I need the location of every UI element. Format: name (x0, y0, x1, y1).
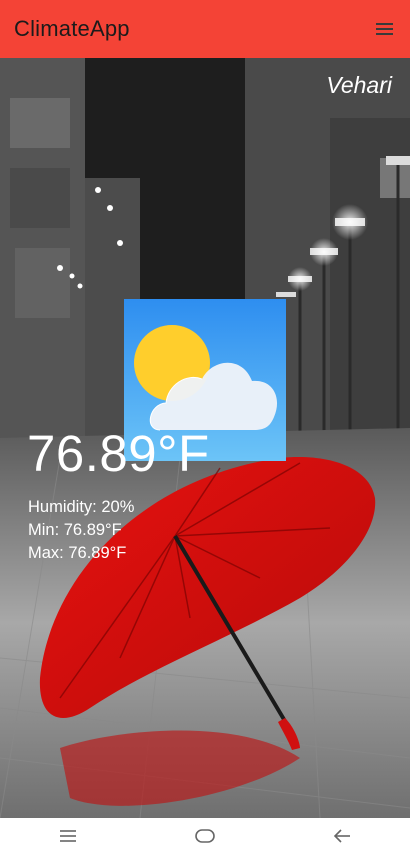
screen: ClimateApp Vehari 76.89°F Humidity: 20% … (0, 0, 410, 854)
min-temp-text: Min: 76.89°F (28, 521, 122, 539)
back-icon[interactable] (327, 824, 357, 848)
system-nav-bar (0, 818, 410, 854)
weather-details: Humidity: 20% Min: 76.89°F Max: 76.89°F (28, 496, 134, 565)
recents-icon[interactable] (53, 824, 83, 848)
temperature: 76.89°F (27, 425, 210, 482)
app-bar: ClimateApp (0, 0, 410, 58)
home-icon[interactable] (190, 824, 220, 848)
humidity-text: Humidity: 20% (28, 498, 135, 516)
hamburger-menu-icon[interactable] (376, 19, 396, 39)
max-temp-text: Max: 76.89°F (28, 544, 127, 562)
app-title: ClimateApp (14, 16, 130, 41)
city-name: Vehari (326, 72, 392, 98)
